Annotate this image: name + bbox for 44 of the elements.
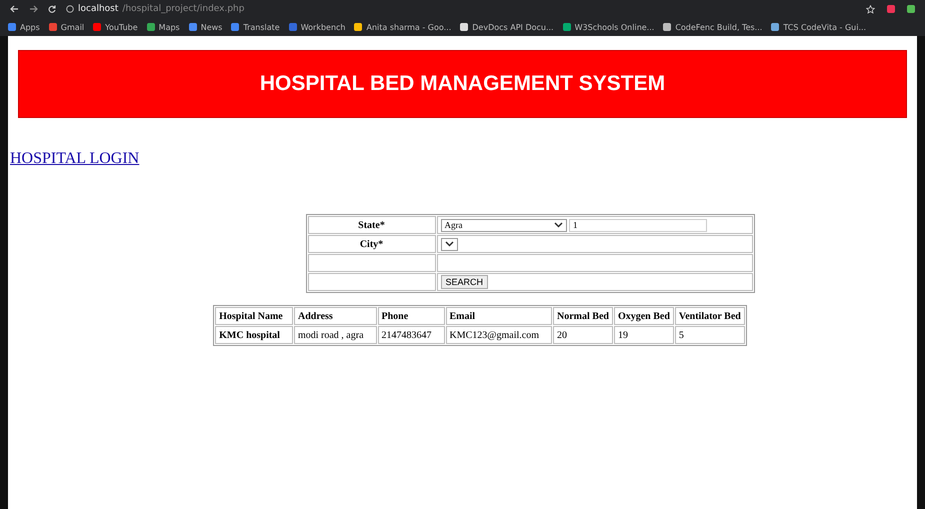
- bookmark[interactable]: YouTube: [93, 22, 138, 32]
- table-cell: 20: [553, 326, 613, 344]
- profile-icon[interactable]: [907, 4, 915, 12]
- bookmark[interactable]: TCS CodeVita - Gui...: [771, 22, 866, 32]
- table-cell: 5: [674, 326, 745, 344]
- bookmark[interactable]: Workbench: [288, 22, 346, 32]
- caret-icon: [444, 241, 454, 247]
- star-icon[interactable]: [866, 4, 875, 14]
- field-label: State*: [308, 216, 436, 234]
- bookmark[interactable]: Gmail: [48, 22, 84, 32]
- bookmark[interactable]: W3Schools Online...: [562, 22, 654, 32]
- table-cell: modi road , agra: [294, 326, 377, 344]
- column-header: Hospital Name: [215, 307, 293, 325]
- reload-icon[interactable]: [48, 5, 56, 13]
- column-header: Email: [446, 307, 552, 325]
- table-cell: KMC123@gmail.com: [446, 326, 552, 344]
- table-cell: 19: [614, 326, 674, 344]
- column-header: Phone: [378, 307, 445, 325]
- info-icon: [66, 5, 74, 13]
- column-header: Oxygen Bed: [614, 307, 674, 325]
- field-label: City*: [308, 235, 436, 253]
- column-header: Ventilator Bed: [674, 307, 745, 325]
- bookmark[interactable]: CodeFenc Build, Tes...: [663, 22, 762, 32]
- bookmark[interactable]: Anita sharma - Goo...: [354, 22, 452, 32]
- login-link[interactable]: HOSPITAL LOGIN: [10, 150, 140, 168]
- city-dropdown[interactable]: [440, 238, 458, 250]
- table-cell: 2147483647: [378, 326, 445, 344]
- caret-icon: [554, 222, 562, 228]
- bookmark[interactable]: Apps: [8, 22, 40, 32]
- bookmark[interactable]: DevDocs API Docu...: [460, 22, 554, 32]
- bookmark[interactable]: News: [188, 22, 222, 32]
- bookmark[interactable]: Translate: [231, 22, 280, 32]
- input-field[interactable]: 1: [569, 218, 707, 232]
- search-button[interactable]: SEARCH: [440, 275, 488, 289]
- column-header: Normal Bed: [553, 307, 613, 325]
- state-dropdown[interactable]: Agra: [440, 218, 566, 232]
- address-bar[interactable]: localhost /hospital_project/index.php: [66, 4, 856, 14]
- back-icon[interactable]: [10, 5, 19, 13]
- column-header: Address: [294, 307, 377, 325]
- forward-icon[interactable]: [29, 5, 38, 13]
- page-title: HOSPITAL BED MANAGEMENT SYSTEM: [260, 72, 666, 96]
- bookmark[interactable]: Maps: [146, 22, 180, 32]
- extension-icon[interactable]: [887, 4, 895, 12]
- table-cell: KMC hospital: [215, 326, 293, 344]
